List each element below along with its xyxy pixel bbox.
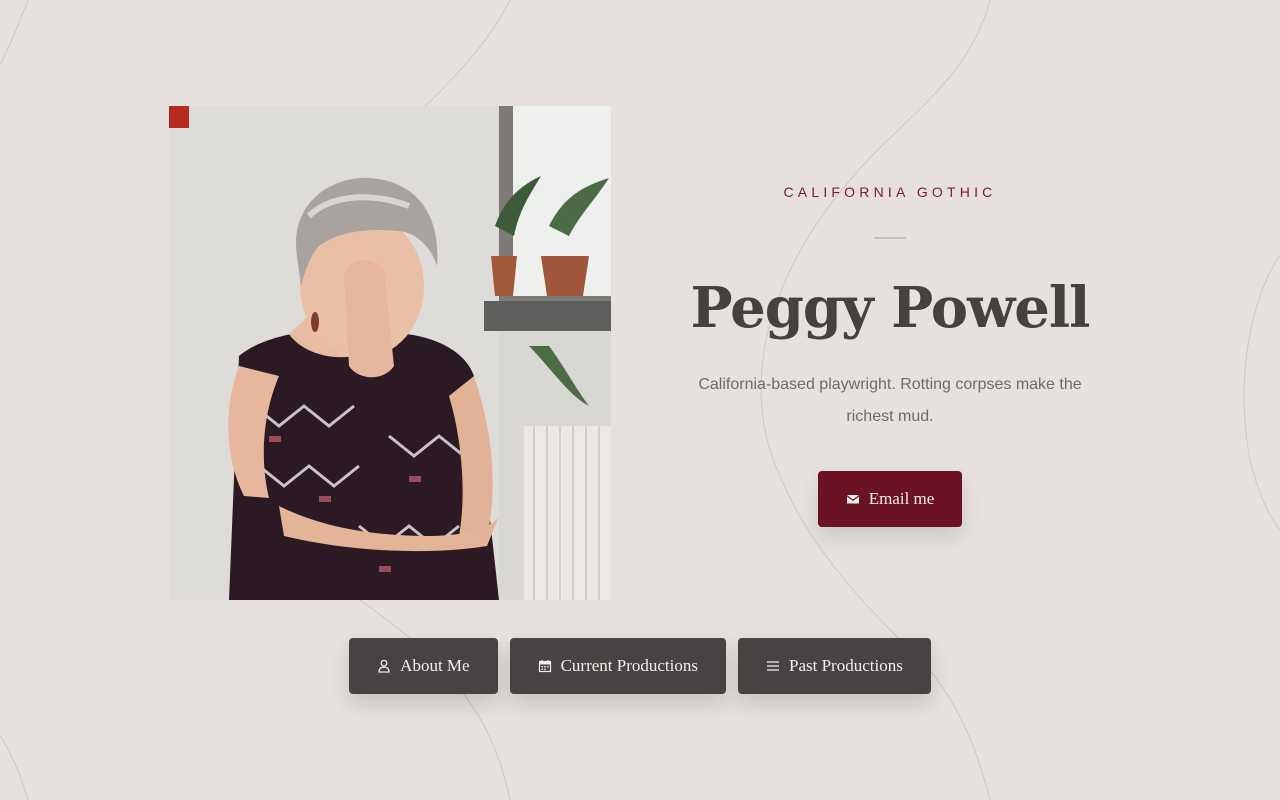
about-me-button[interactable]: About Me [349,638,498,694]
list-icon [766,659,780,673]
bio-text: California-based playwright. Rotting cor… [698,376,1082,425]
page-title: Peggy Powell [690,275,1091,341]
email-me-label: Email me [868,489,935,508]
past-productions-label: Past Productions [789,656,903,675]
main-nav: About Me Current Productions Past Produc… [0,638,1280,694]
divider [874,237,906,239]
envelope-icon [846,492,860,506]
calendar-icon [538,659,552,673]
current-productions-button[interactable]: Current Productions [509,638,726,694]
page: CALIFORNIA GOTHIC Peggy Powell Californi… [0,0,1280,800]
email-me-button[interactable]: Email me [817,471,963,527]
portrait-photo [169,106,611,600]
current-productions-label: Current Productions [560,656,698,675]
site-eyebrow: CALIFORNIA GOTHIC [783,184,997,200]
about-me-label: About Me [400,656,470,675]
user-icon [377,659,391,673]
past-productions-button[interactable]: Past Productions [738,638,931,694]
hero: CALIFORNIA GOTHIC Peggy Powell Californi… [660,180,1120,527]
